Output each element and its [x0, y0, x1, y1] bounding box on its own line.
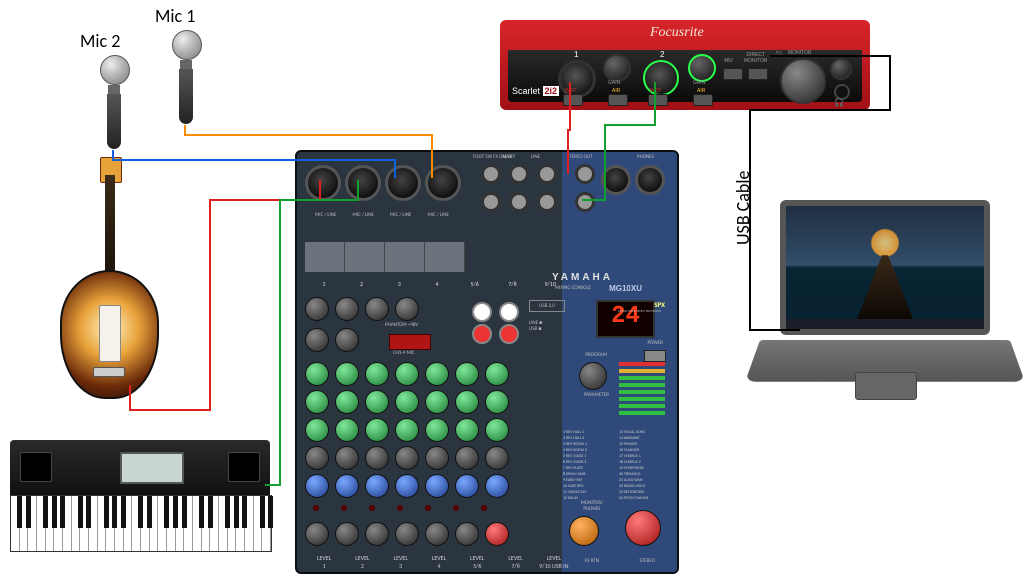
- interface-hp-knob: [830, 58, 852, 80]
- level-knob: [425, 522, 449, 546]
- level-meter: [619, 362, 665, 422]
- electric-guitar: [45, 175, 185, 405]
- interface-brand: Focusrite: [650, 25, 704, 41]
- level-knob: [455, 522, 479, 546]
- gain-knob: [305, 297, 329, 321]
- fx-program-list: 1 REV HALL 12 REV HALL 23 REV ROOM 14 RE…: [563, 430, 671, 520]
- mixer-pad-switches: [305, 242, 465, 272]
- mic-2: [100, 55, 128, 149]
- program-knob: [579, 362, 607, 390]
- mixer-ch1-xlr: [305, 165, 341, 201]
- headphone-icon: 🎧: [834, 98, 844, 107]
- level-knob: [365, 522, 389, 546]
- mixing-console: MIC / LINEMIC / LINEMIC / LINEMIC / LINE…: [295, 150, 679, 574]
- level-knob: [395, 522, 419, 546]
- laptop-trackpad: [855, 372, 917, 400]
- mic2-label: Mic 2: [80, 30, 120, 52]
- mixer-ch4-xlr: [425, 165, 461, 201]
- mixer-brand: YAMAHA: [552, 272, 613, 283]
- stereo-master-knob: [625, 510, 661, 546]
- diagram-stage: Mic 1 Mic 2 USB Cable: [0, 0, 1024, 582]
- level-knob: [335, 522, 359, 546]
- monitor-knob: [569, 516, 599, 546]
- usb-cable-label: USB Cable: [732, 171, 754, 245]
- comp-knob: [305, 328, 329, 352]
- mic1-label: Mic 1: [155, 5, 195, 27]
- keyboard-instrument: [10, 440, 270, 560]
- phantom-power-switch: [389, 334, 431, 350]
- laptop: [760, 200, 1010, 410]
- audio-interface: Focusrite Scarlet 2i2 1 GAIN INST AIR 2 …: [500, 20, 870, 110]
- level-knob: [305, 522, 329, 546]
- interface-gain-1: [603, 54, 631, 82]
- fx-display: 24: [596, 300, 655, 338]
- mixer-xlr-out-r: [635, 165, 665, 195]
- keyboard-screen: [120, 452, 184, 484]
- interface-gain-2: [688, 54, 716, 82]
- level-knob: [485, 522, 509, 546]
- laptop-screen: [780, 200, 990, 335]
- interface-monitor-knob: [780, 58, 826, 104]
- interface-input-1: [558, 60, 596, 98]
- usb-icon: ⎋: [776, 50, 782, 60]
- mixer-xlr-out-l: [601, 165, 631, 195]
- mixer-ch2-xlr: [345, 165, 381, 201]
- mic-1: [172, 30, 200, 124]
- mixer-model: MG10XU: [609, 284, 642, 293]
- mixer-ch3-xlr: [385, 165, 421, 201]
- power-switch: [644, 350, 666, 362]
- mixer-stereo-out: [573, 162, 597, 220]
